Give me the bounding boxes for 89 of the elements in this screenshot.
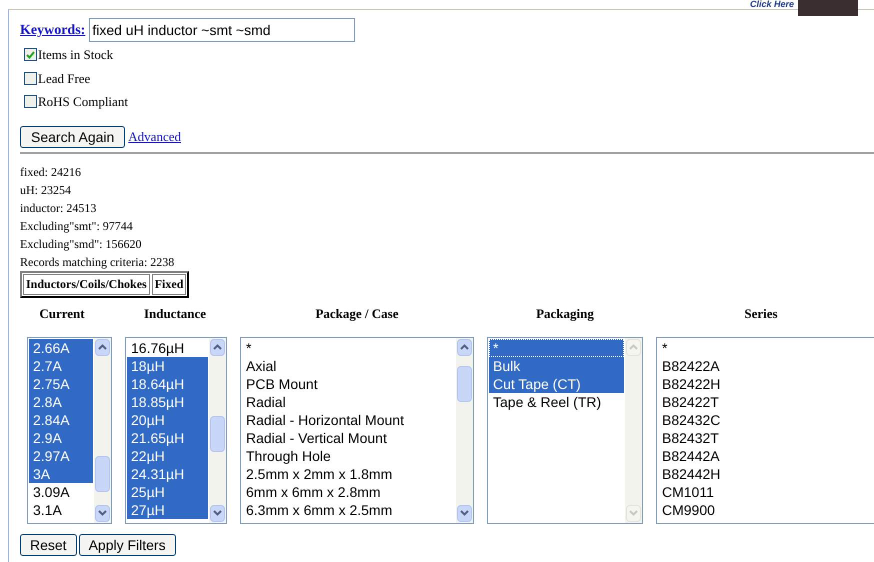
list-option[interactable]: PCB Mount xyxy=(242,374,455,392)
list-option[interactable]: * xyxy=(242,338,455,356)
list-option[interactable]: 2.7A xyxy=(29,356,93,374)
list-option[interactable]: Axial xyxy=(242,356,455,374)
list-option[interactable]: 2.84A xyxy=(29,410,93,428)
scrollbar[interactable] xyxy=(94,338,111,522)
list-option[interactable]: B82422H xyxy=(658,374,874,392)
filter-listbox[interactable]: * B82422A B82422H B82422T B82432C B82432T B82442A B82442H CM1011 CM9900 xyxy=(656,336,874,524)
list-option[interactable]: 18.85µH xyxy=(127,392,208,410)
count-text: Excluding"smt": 97744 xyxy=(20,218,134,234)
option-label: Items in Stock xyxy=(38,46,114,64)
filter-heading: Inductance xyxy=(142,304,208,322)
count-text: uH: 23254 xyxy=(20,182,72,198)
list-option[interactable]: 6.3mm x 6mm x 2.5mm xyxy=(242,500,455,518)
checkbox[interactable] xyxy=(24,95,37,108)
list-option[interactable]: 2.8A xyxy=(29,392,93,410)
count-text: inductor: 24513 xyxy=(20,200,98,216)
scroll-up-icon[interactable] xyxy=(210,338,225,356)
count-text: Excluding"smd": 156620 xyxy=(20,236,142,252)
filter-button[interactable]: Reset xyxy=(20,534,77,556)
scroll-down-icon[interactable] xyxy=(95,504,110,522)
scrollbar[interactable] xyxy=(456,338,473,522)
list-option[interactable]: B82432T xyxy=(658,428,874,446)
list-option[interactable]: 2.75A xyxy=(29,374,93,392)
filter-heading: Packaging xyxy=(535,304,595,323)
category-cell: Inductors/Coils/Chokes xyxy=(23,274,150,294)
scrollbar[interactable] xyxy=(209,338,226,522)
scroll-thumb[interactable] xyxy=(457,366,472,402)
list-option[interactable]: Radial - Horizontal Mount xyxy=(242,410,455,428)
count-text: fixed: 24216 xyxy=(20,164,82,180)
list-option[interactable]: B82422A xyxy=(658,356,874,374)
list-option[interactable]: 2.66A xyxy=(29,338,93,356)
filter-listbox[interactable]: * Bulk Cut Tape (CT) Tape & Reel (TR) xyxy=(487,336,643,524)
checkbox[interactable] xyxy=(24,48,37,62)
scroll-thumb[interactable] xyxy=(95,456,110,492)
keywords-link[interactable]: Keywords: xyxy=(20,20,86,40)
list-option[interactable]: Radial xyxy=(242,392,455,410)
list-option[interactable]: Through Hole xyxy=(242,446,455,464)
list-option[interactable]: CM1011 xyxy=(658,482,874,500)
scroll-up-icon[interactable] xyxy=(95,338,110,356)
banner-link[interactable]: Click Here xyxy=(750,0,794,8)
checkbox[interactable] xyxy=(24,72,37,85)
list-option[interactable]: 2.97A xyxy=(29,446,93,464)
list-option[interactable]: B82422T xyxy=(658,392,874,410)
list-option[interactable]: 25µH xyxy=(127,482,208,500)
search-again-button[interactable]: Search Again xyxy=(20,126,126,148)
filter-listbox[interactable]: 16.76µH 18µH 18.64µH 18.85µH 20µH 21.65µH 22µH 24.31µH 25µH 27µH xyxy=(125,336,227,524)
list-option[interactable]: 24.31µH xyxy=(127,464,208,482)
list-option[interactable]: 18.64µH xyxy=(127,374,208,392)
option-label: RoHS Compliant xyxy=(38,93,128,111)
photo-placeholder xyxy=(798,0,858,16)
list-option[interactable]: 2.9A xyxy=(29,428,93,446)
scroll-down-icon[interactable] xyxy=(210,504,225,522)
filter-heading: Package / Case xyxy=(314,304,400,323)
list-option[interactable]: 2.5mm x 2mm x 1.8mm xyxy=(242,464,455,482)
checkmark-icon xyxy=(26,50,35,59)
list-option[interactable]: 3.09A xyxy=(29,482,93,500)
keywords-input[interactable]: fixed uH inductor ~smt ~smd xyxy=(89,18,356,42)
list-option[interactable]: * xyxy=(489,338,624,356)
list-option[interactable]: B82442A xyxy=(658,446,874,464)
filter-heading: Current xyxy=(38,304,86,322)
count-text: Records matching criteria: 2238 xyxy=(20,254,176,270)
list-option[interactable]: 20µH xyxy=(127,410,208,428)
filter-listbox[interactable]: 2.66A 2.7A 2.75A 2.8A 2.84A 2.9A 2.97A 3A 3.09A 3.1A xyxy=(27,336,112,524)
list-option[interactable]: Radial - Vertical Mount xyxy=(242,428,455,446)
scroll-up-icon[interactable] xyxy=(457,338,472,356)
list-option[interactable]: 18µH xyxy=(127,356,208,374)
scroll-down-icon[interactable] xyxy=(457,504,472,522)
list-option[interactable]: 27µH xyxy=(127,500,208,518)
list-option[interactable]: Bulk xyxy=(489,356,624,374)
list-option[interactable]: Cut Tape (CT) xyxy=(489,374,624,392)
advanced-link[interactable]: Advanced xyxy=(128,126,181,146)
list-option[interactable]: 3.1A xyxy=(29,500,93,518)
list-option[interactable]: 16.76µH xyxy=(127,338,208,356)
list-option[interactable]: B82432C xyxy=(658,410,874,428)
list-option[interactable]: 21.65µH xyxy=(127,428,208,446)
list-option[interactable]: 3A xyxy=(29,464,93,482)
list-option[interactable]: B82442H xyxy=(658,464,874,482)
list-option[interactable]: 22µH xyxy=(127,446,208,464)
filter-button[interactable]: Apply Filters xyxy=(78,534,176,556)
filter-heading: Series xyxy=(743,304,779,322)
filter-listbox[interactable]: * Axial PCB Mount Radial Radial - Horizontal Mount Radial - Vertical Mount Through Hole 2.5mm x 2mm x 1.8mm 6mm x 6mm x 2.8mm 6.3mm x 6mm x 2.5mm xyxy=(240,336,474,524)
list-option[interactable]: * xyxy=(658,338,874,356)
scroll-thumb[interactable] xyxy=(210,416,225,452)
option-label: Lead Free xyxy=(38,70,90,88)
list-option[interactable]: CM9900 xyxy=(658,500,874,518)
list-option[interactable]: 6mm x 6mm x 2.8mm xyxy=(242,482,455,500)
category-cell: Fixed xyxy=(152,274,186,294)
list-option[interactable]: Tape & Reel (TR) xyxy=(489,392,624,410)
